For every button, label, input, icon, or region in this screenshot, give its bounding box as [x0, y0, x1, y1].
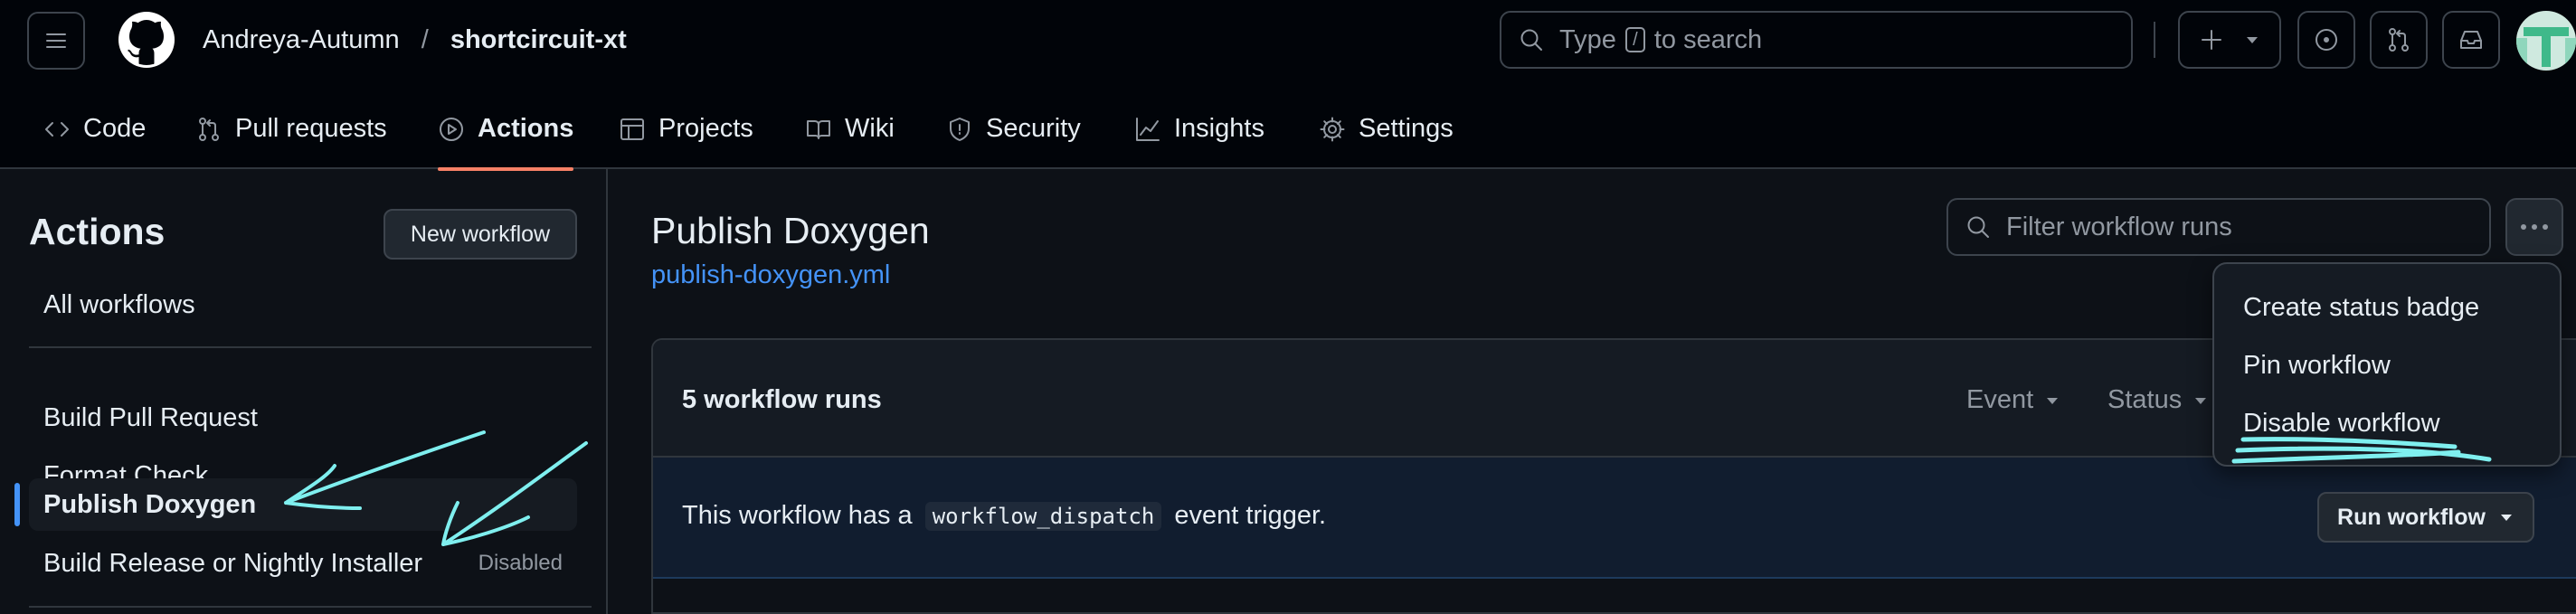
pull-requests-button[interactable] [2370, 11, 2428, 69]
menu-item-pin-workflow[interactable]: Pin workflow [2243, 351, 2391, 381]
tab-projects[interactable]: Projects [619, 89, 753, 169]
table-icon [619, 116, 646, 143]
menu-button[interactable] [27, 12, 85, 70]
search-input[interactable]: Type / to search [1500, 11, 2133, 69]
workflow-label: Build Release or Nightly Installer [43, 548, 423, 578]
tab-label: Wiki [845, 114, 895, 143]
tab-label: Insights [1174, 114, 1264, 143]
sidebar-item-workflow-selected[interactable]: Publish Doxygen [29, 478, 577, 531]
page-title: Publish Doxygen [651, 210, 930, 251]
menu-item-create-status-badge[interactable]: Create status badge [2243, 293, 2479, 323]
dispatch-code: workflow_dispatch [924, 502, 1162, 531]
graph-icon [1134, 116, 1161, 143]
pull-request-icon [2385, 26, 2412, 53]
header-divider [2154, 22, 2155, 58]
gear-icon [1319, 116, 1346, 143]
dispatch-message: This workflow has a workflow_dispatch ev… [682, 501, 1326, 531]
status-filter[interactable]: Status [2107, 385, 2209, 415]
inbox-icon [2458, 26, 2485, 53]
tab-label: Security [986, 114, 1081, 143]
breadcrumb: Andreya-Autumn / shortcircuit-xt [203, 24, 627, 56]
dispatch-banner: This workflow has a workflow_dispatch ev… [653, 458, 2576, 579]
code-icon [43, 116, 71, 143]
more-options-button[interactable] [2505, 198, 2563, 256]
workflow-file-link[interactable]: publish-doxygen.yml [651, 260, 890, 290]
tab-label: Projects [658, 114, 753, 143]
kebab-horizontal-icon [2520, 222, 2549, 231]
workflow-options-menu: Create status badge Pin workflow Disable… [2212, 262, 2562, 467]
tab-settings[interactable]: Settings [1319, 89, 1454, 169]
run-workflow-button[interactable]: Run workflow [2317, 492, 2534, 543]
github-logo[interactable] [118, 11, 175, 69]
sidebar-item-workflow[interactable]: Build Release or Nightly Installer Disab… [29, 537, 577, 590]
search-prefix: Type [1559, 24, 1616, 54]
dispatch-prefix: This workflow has a [682, 501, 913, 530]
shield-icon [946, 116, 973, 143]
tab-label: Code [83, 114, 147, 143]
book-icon [805, 116, 832, 143]
tab-security[interactable]: Security [946, 89, 1081, 169]
plus-icon [2199, 27, 2224, 52]
pull-request-icon [195, 116, 223, 143]
sidebar-item-all-workflows[interactable]: All workflows [29, 279, 577, 331]
actions-sidebar: Actions New workflow All workflows Build… [0, 169, 608, 614]
search-icon [1965, 213, 1992, 241]
runs-count: 5 workflow runs [682, 385, 882, 414]
menu-item-disable-workflow[interactable]: Disable workflow [2243, 409, 2440, 439]
new-workflow-button[interactable]: New workflow [384, 209, 577, 260]
tab-pull-requests[interactable]: Pull requests [195, 89, 387, 169]
play-icon [438, 116, 465, 143]
breadcrumb-separator: / [421, 25, 429, 54]
sidebar-divider [29, 346, 592, 348]
filter-label: Event [1966, 385, 2034, 414]
filter-placeholder: Filter workflow runs [2006, 212, 2232, 241]
event-filter[interactable]: Event [1966, 385, 2060, 415]
tab-code[interactable]: Code [43, 89, 146, 169]
search-shortcut-key: / [1624, 27, 1645, 52]
sidebar-divider [29, 606, 592, 608]
tab-label: Settings [1359, 114, 1454, 143]
search-icon [1518, 26, 1545, 53]
tab-label: Actions [478, 114, 574, 143]
run-workflow-label: Run workflow [2337, 504, 2486, 530]
issues-button[interactable] [2297, 11, 2355, 69]
caret-down-icon [2498, 509, 2514, 525]
inbox-button[interactable] [2442, 11, 2500, 69]
tab-label: Pull requests [235, 114, 387, 143]
issue-icon [2313, 26, 2340, 53]
hamburger-icon [43, 27, 70, 54]
global-header: Andreya-Autumn / shortcircuit-xt Type / … [0, 0, 2576, 171]
sidebar-item-workflow[interactable]: Build Pull Request [29, 392, 577, 444]
caret-down-icon [2044, 392, 2060, 409]
avatar[interactable] [2516, 11, 2576, 71]
sidebar-title: Actions [29, 211, 166, 252]
filter-runs-input[interactable]: Filter workflow runs [1946, 198, 2491, 256]
caret-down-icon [2192, 392, 2209, 409]
filter-label: Status [2107, 385, 2183, 414]
tab-actions[interactable]: Actions [438, 89, 574, 171]
breadcrumb-owner[interactable]: Andreya-Autumn [203, 25, 400, 54]
dispatch-suffix: event trigger. [1174, 501, 1327, 530]
tab-insights[interactable]: Insights [1134, 89, 1264, 169]
breadcrumb-repo[interactable]: shortcircuit-xt [450, 25, 627, 54]
search-placeholder: Type / to search [1559, 25, 1762, 55]
search-suffix: to search [1653, 24, 1763, 54]
tab-wiki[interactable]: Wiki [805, 89, 895, 169]
selected-indicator [14, 483, 20, 526]
create-new-button[interactable] [2178, 11, 2281, 69]
caret-down-icon [2244, 32, 2260, 48]
disabled-badge: Disabled [478, 551, 563, 575]
